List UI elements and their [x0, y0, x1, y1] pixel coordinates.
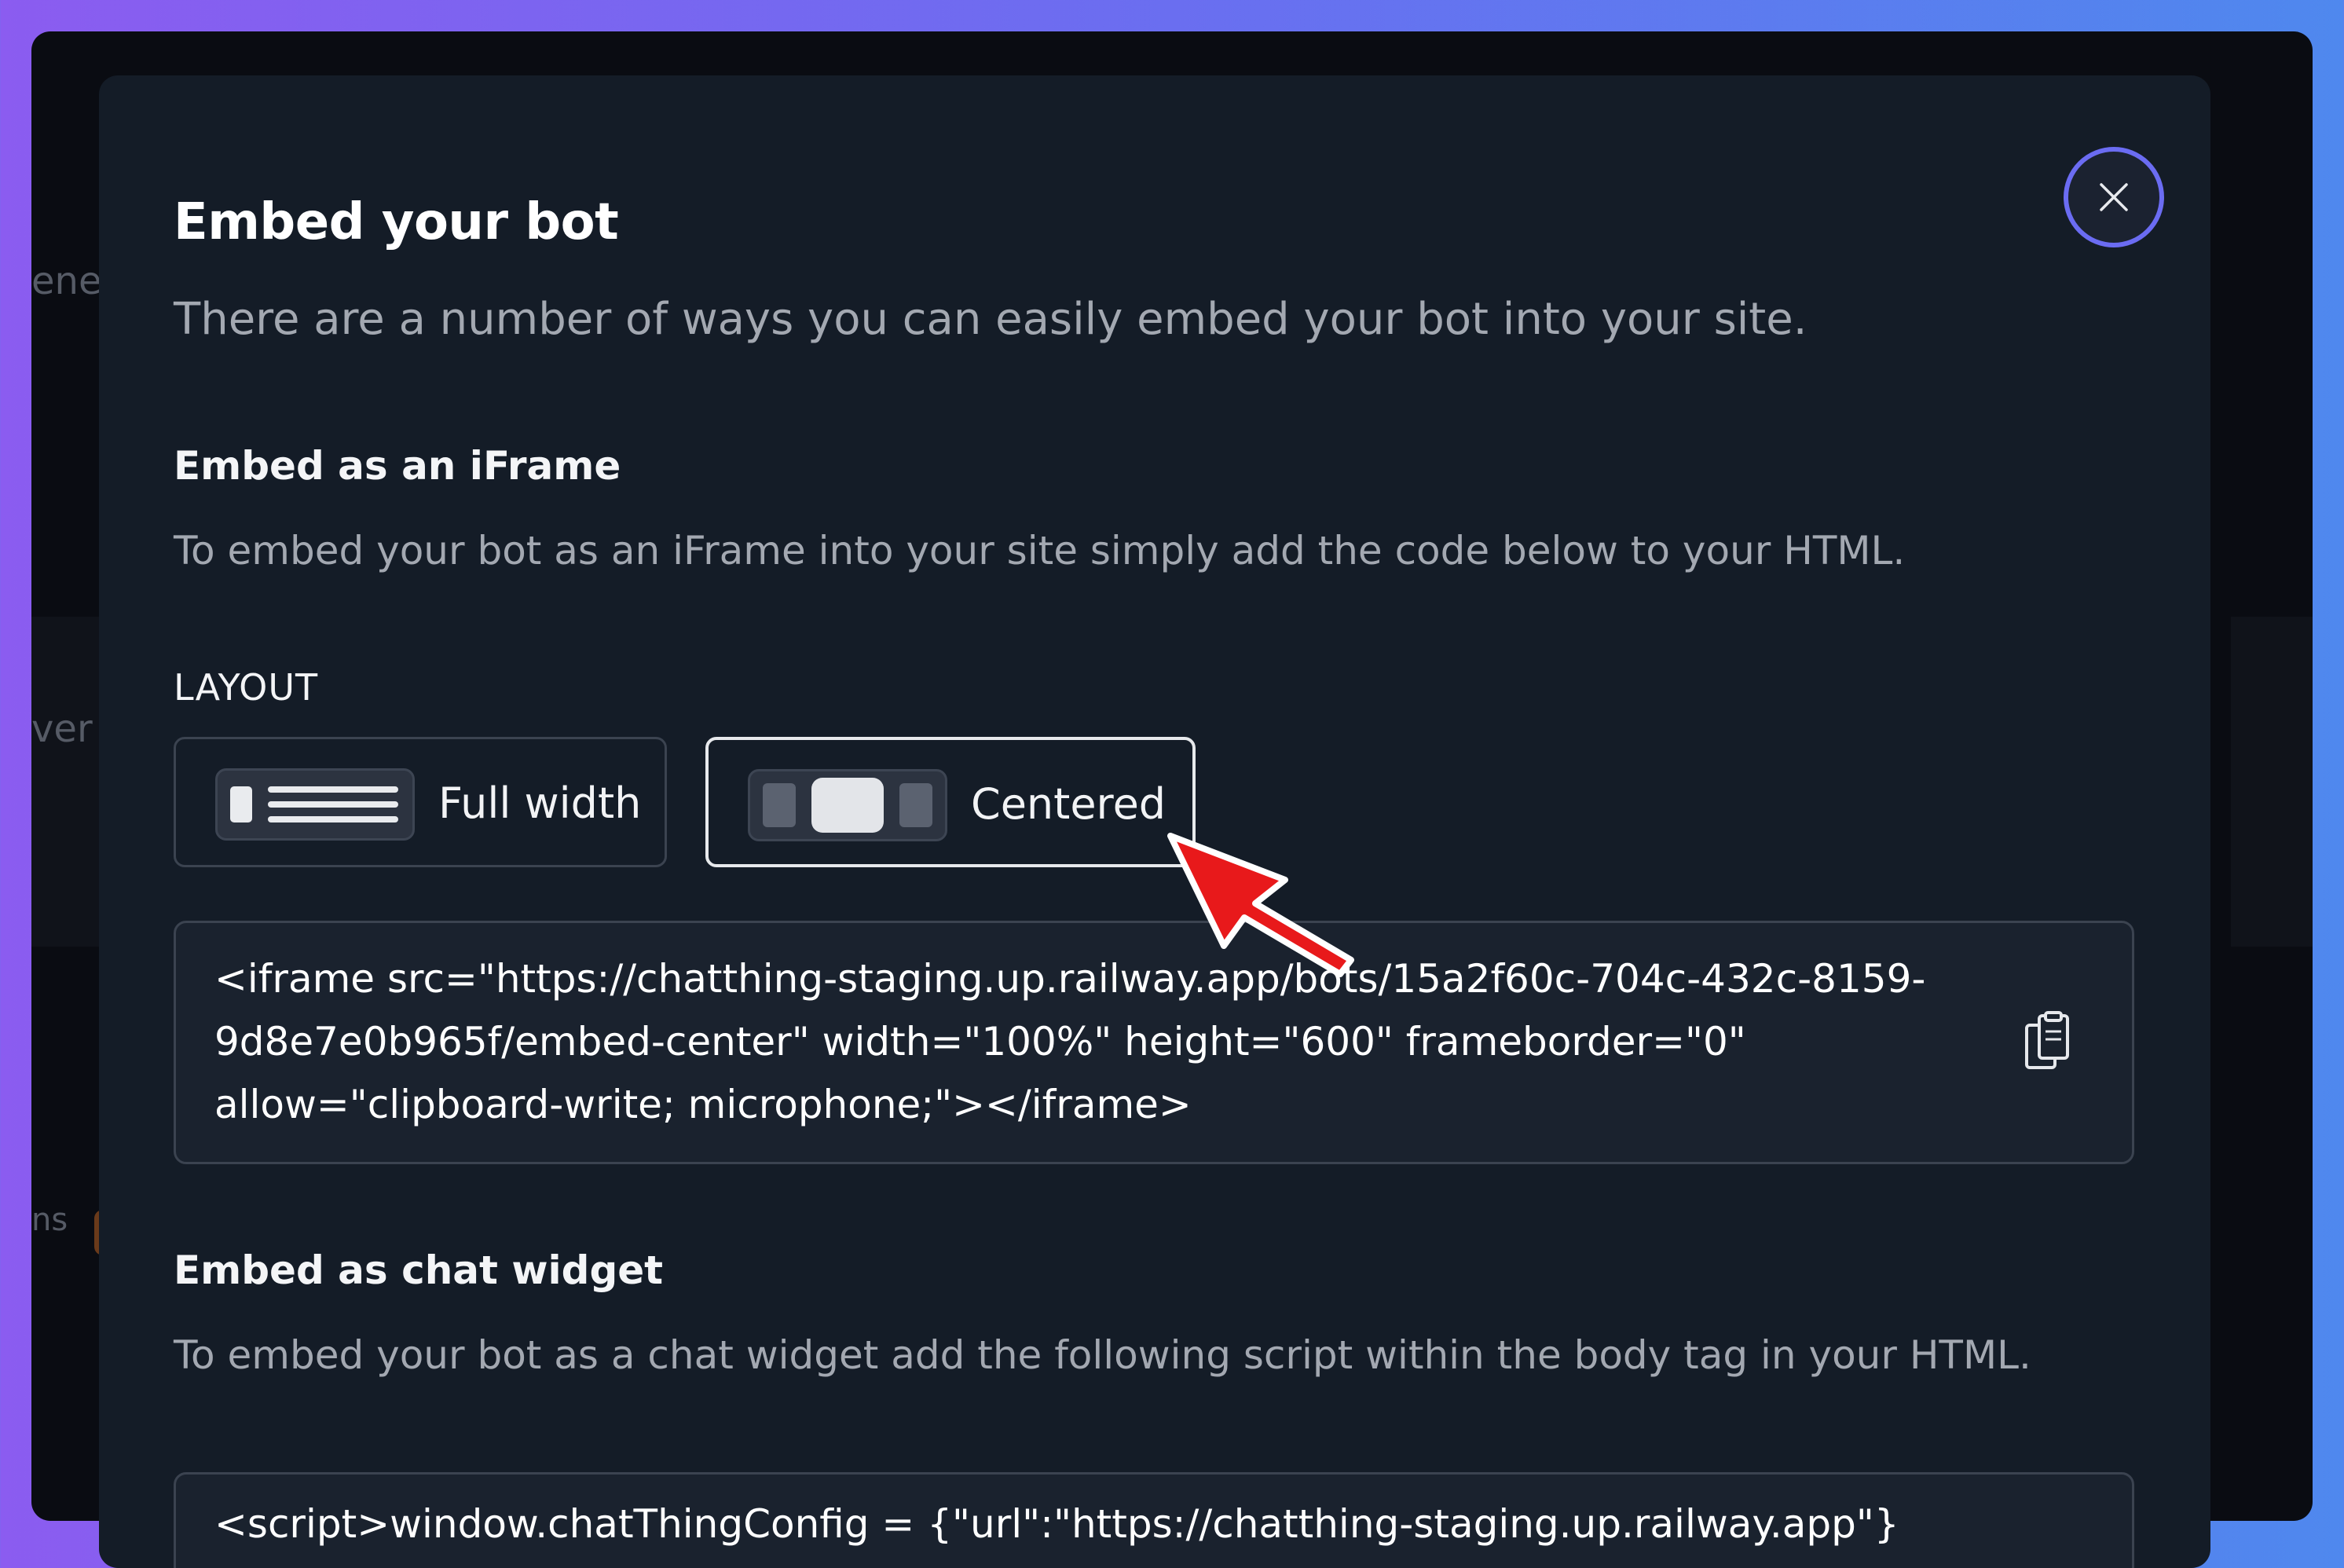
- layout-option-full-width[interactable]: Full width: [174, 737, 667, 867]
- close-button[interactable]: [2064, 147, 2164, 247]
- widget-section-heading: Embed as chat widget: [174, 1247, 664, 1293]
- embed-modal: Embed your bot There are a number of way…: [99, 75, 2210, 1568]
- widget-section-description: To embed your bot as a chat widget add t…: [174, 1332, 2031, 1378]
- clipboard-copy-icon[interactable]: [2022, 1011, 2074, 1074]
- close-icon: [2100, 183, 2128, 211]
- code-line: <script>window.chatThingConfig = {"url":…: [214, 1501, 1899, 1547]
- modal-subtitle: There are a number of ways you can easil…: [174, 294, 1807, 345]
- full-width-layout-icon: [215, 768, 415, 841]
- background-panel: [31, 617, 102, 947]
- iframe-section-description: To embed your bot as an iFrame into your…: [174, 528, 1906, 573]
- layout-option-label: Centered: [971, 779, 1167, 829]
- layout-option-label: Full width: [438, 779, 642, 828]
- modal-title: Embed your bot: [174, 193, 619, 251]
- background-text-fragment: ver: [31, 707, 93, 751]
- centered-layout-icon: [748, 769, 947, 841]
- background-panel: [2231, 617, 2313, 947]
- background-text-fragment: ene: [31, 259, 102, 303]
- layout-option-centered[interactable]: Centered: [705, 737, 1196, 867]
- code-line: 9d8e7e0b965f/embed-center" width="100%" …: [214, 1019, 1746, 1064]
- layout-label: LAYOUT: [174, 666, 319, 709]
- iframe-code-block[interactable]: <iframe src="https://chatthing-staging.u…: [174, 921, 2134, 1164]
- background-text-fragment: ns: [31, 1202, 68, 1238]
- widget-code-block[interactable]: <script>window.chatThingConfig = {"url":…: [174, 1472, 2134, 1568]
- code-line: allow="clipboard-write; microphone;"></i…: [214, 1082, 1192, 1127]
- iframe-section-heading: Embed as an iFrame: [174, 443, 621, 489]
- code-line: <iframe src="https://chatthing-staging.u…: [214, 956, 1926, 1002]
